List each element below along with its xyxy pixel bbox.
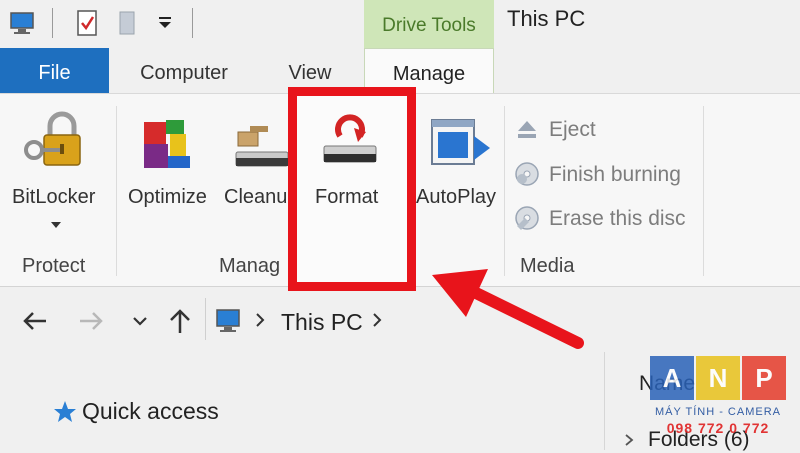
bitlocker-label[interactable]: BitLocker bbox=[12, 186, 95, 209]
back-arrow-icon[interactable] bbox=[20, 308, 50, 334]
toolbar-divider bbox=[192, 8, 193, 38]
finish-burning-label[interactable]: Finish burning bbox=[549, 163, 681, 187]
cleanup-label[interactable]: Cleanu bbox=[224, 186, 287, 209]
address-bar-divider bbox=[205, 298, 206, 340]
computer-icon[interactable] bbox=[8, 8, 38, 38]
finish-burning-icon[interactable] bbox=[514, 161, 540, 187]
watermark-letter-n: N bbox=[696, 356, 740, 400]
navigation-bar bbox=[0, 292, 800, 350]
breadcrumb-chevron-icon[interactable] bbox=[370, 311, 384, 329]
quick-access-item[interactable]: Quick access bbox=[82, 398, 219, 425]
new-folder-icon[interactable] bbox=[112, 8, 142, 38]
tab-file[interactable]: File bbox=[0, 48, 109, 94]
watermark-phone: 098 772 0 772 bbox=[666, 420, 770, 436]
anp-watermark-logo: A N P MÁY TÍNH - CAMERA 098 772 0 772 bbox=[648, 356, 788, 442]
bitlocker-icon[interactable] bbox=[20, 110, 90, 176]
watermark-tagline: MÁY TÍNH - CAMERA bbox=[655, 406, 781, 418]
forward-arrow-icon[interactable] bbox=[76, 308, 106, 334]
this-pc-icon bbox=[214, 306, 244, 336]
eject-icon[interactable] bbox=[514, 117, 540, 143]
group-divider bbox=[504, 106, 505, 276]
disk-cleanup-icon[interactable] bbox=[232, 122, 292, 172]
group-label-manage: Manag bbox=[219, 255, 281, 277]
chevron-down-icon[interactable] bbox=[50, 217, 62, 228]
group-label-protect: Protect bbox=[22, 255, 86, 277]
properties-icon[interactable] bbox=[72, 8, 102, 38]
watermark-letter-a: A bbox=[650, 356, 694, 400]
breadcrumb-chevron-icon[interactable] bbox=[253, 311, 267, 329]
customize-toolbar-icon[interactable] bbox=[150, 8, 180, 38]
toolbar-divider bbox=[52, 8, 53, 38]
star-icon bbox=[52, 399, 78, 425]
pane-divider bbox=[604, 352, 605, 450]
watermark-letter-p: P bbox=[742, 356, 786, 400]
erase-disc-icon[interactable] bbox=[514, 205, 540, 231]
recent-locations-chevron-icon[interactable] bbox=[130, 312, 150, 330]
format-highlight-box bbox=[288, 87, 416, 291]
drive-tools-context-label: Drive Tools bbox=[364, 0, 494, 48]
window-title: This PC bbox=[507, 6, 586, 31]
tab-computer[interactable]: Computer bbox=[118, 48, 250, 94]
autoplay-label[interactable]: AutoPlay bbox=[416, 186, 496, 209]
up-arrow-icon[interactable] bbox=[166, 306, 194, 336]
autoplay-icon[interactable] bbox=[428, 116, 494, 176]
group-divider bbox=[703, 106, 704, 276]
expand-chevron-icon[interactable] bbox=[622, 432, 636, 448]
erase-disc-label[interactable]: Erase this disc bbox=[549, 207, 686, 231]
eject-label[interactable]: Eject bbox=[549, 118, 596, 142]
red-arrow-annotation bbox=[420, 255, 590, 355]
optimize-icon[interactable] bbox=[140, 116, 196, 172]
address-bar-location[interactable]: This PC bbox=[281, 309, 363, 336]
group-divider bbox=[116, 106, 117, 276]
optimize-label[interactable]: Optimize bbox=[128, 186, 207, 209]
